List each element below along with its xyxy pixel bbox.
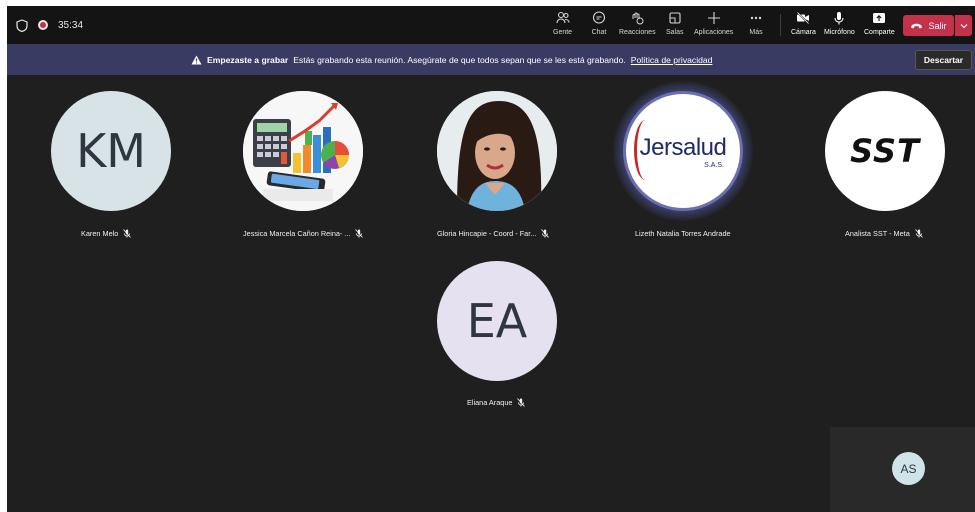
chat-icon bbox=[592, 11, 606, 24]
chat-button[interactable]: Chat bbox=[591, 10, 607, 42]
meeting-info: 35:34 bbox=[16, 6, 83, 44]
reactions-button[interactable]: Reacciones bbox=[619, 10, 656, 42]
reactions-icon bbox=[632, 12, 644, 25]
shield-icon[interactable] bbox=[16, 18, 28, 32]
sst-logo-text: SST bbox=[850, 132, 920, 170]
camera-button[interactable]: Cámara bbox=[791, 10, 816, 42]
jersalud-logo-subtext: S.A.S. bbox=[704, 161, 724, 169]
share-screen-icon bbox=[873, 13, 886, 23]
participant-avatar-ea[interactable]: EA bbox=[437, 261, 557, 381]
mic-label: Micrófono bbox=[824, 29, 855, 36]
mic-off-icon bbox=[355, 229, 364, 238]
mic-off-icon bbox=[517, 398, 526, 407]
participant-name-label: Lizeth Natalia Torres Andrade bbox=[635, 229, 731, 238]
participant-avatar-jessica[interactable] bbox=[243, 91, 363, 211]
camera-off-icon bbox=[796, 11, 811, 25]
leave-label: Salir bbox=[928, 20, 947, 31]
mic-button[interactable]: Micrófono bbox=[824, 10, 855, 42]
breakout-rooms-icon bbox=[669, 12, 681, 24]
leave-options-button[interactable] bbox=[955, 15, 972, 36]
participant-name-label: Jessica Marcela Cañon Reina- ... bbox=[243, 229, 351, 238]
dismiss-banner-button[interactable]: Descartar bbox=[915, 50, 972, 70]
participant-name-jessica: Jessica Marcela Cañon Reina- ... bbox=[243, 229, 364, 238]
toolbar-divider bbox=[780, 14, 781, 36]
rooms-button[interactable]: Salas bbox=[666, 10, 684, 42]
participant-name-label: Karen Melo bbox=[81, 229, 119, 238]
meeting-window: 35:34 Gente Chat Reacciones Salas Aplica… bbox=[7, 6, 975, 512]
mic-off-icon bbox=[123, 229, 132, 238]
more-label: Más bbox=[749, 29, 763, 36]
chevron-down-icon bbox=[960, 23, 967, 28]
apps-button[interactable]: Aplicaciones bbox=[694, 10, 733, 42]
participant-avatar-gloria[interactable] bbox=[437, 91, 557, 211]
self-avatar-initials: AS bbox=[900, 461, 917, 476]
mic-off-icon bbox=[541, 229, 550, 238]
participant-name-sst: Analista SST - Meta bbox=[845, 229, 923, 238]
banner-message: Estás grabando esta reunión. Asegúrate d… bbox=[293, 54, 626, 65]
chat-label: Chat bbox=[591, 29, 607, 36]
jersalud-logo-swoosh bbox=[634, 120, 657, 180]
mic-off-icon bbox=[914, 229, 923, 238]
more-icon bbox=[750, 16, 762, 20]
self-avatar: AS bbox=[892, 452, 925, 485]
meeting-timer: 35:34 bbox=[58, 19, 84, 31]
apps-label: Aplicaciones bbox=[694, 29, 734, 36]
rooms-label: Salas bbox=[666, 29, 684, 36]
participant-name-label: Gloria Hincapie - Coord - Far... bbox=[437, 229, 537, 238]
participant-name-label: Analista SST - Meta bbox=[845, 229, 910, 238]
banner-title: Empezaste a grabar bbox=[207, 54, 289, 65]
finance-chart-image bbox=[243, 91, 363, 211]
avatar-initials: EA bbox=[466, 294, 528, 348]
avatar-initials: KM bbox=[76, 124, 146, 178]
people-icon bbox=[555, 11, 570, 24]
leave-button[interactable]: Salir bbox=[903, 15, 954, 36]
participant-avatar-km[interactable]: KM bbox=[51, 91, 171, 211]
more-button[interactable]: Más bbox=[748, 10, 764, 42]
plus-icon bbox=[707, 12, 720, 24]
participant-name-gloria: Gloria Hincapie - Coord - Far... bbox=[437, 229, 550, 238]
share-label: Comparte bbox=[864, 29, 895, 36]
participant-name-eliana: Eliana Araque bbox=[467, 398, 526, 407]
phone-hangup-icon bbox=[911, 23, 923, 28]
self-view-tile[interactable]: AS bbox=[830, 427, 975, 512]
participant-name-karen: Karen Melo bbox=[81, 229, 132, 238]
banner-content: Empezaste a grabar Estás grabando esta r… bbox=[191, 44, 712, 75]
profile-photo bbox=[437, 91, 557, 211]
people-button[interactable]: Gente bbox=[553, 10, 572, 42]
participant-avatar-lizeth[interactable]: Jersalud S.A.S. bbox=[623, 91, 743, 211]
camera-label: Cámara bbox=[791, 29, 816, 36]
warning-icon bbox=[191, 55, 202, 64]
share-button[interactable]: Comparte bbox=[864, 10, 895, 42]
participant-name-lizeth: Lizeth Natalia Torres Andrade bbox=[635, 229, 731, 238]
meeting-toolbar: 35:34 Gente Chat Reacciones Salas Aplica… bbox=[7, 6, 975, 44]
privacy-policy-link[interactable]: Política de privacidad bbox=[631, 55, 713, 65]
reactions-label: Reacciones bbox=[619, 29, 656, 36]
participant-avatar-sst[interactable]: SST bbox=[825, 91, 945, 211]
recording-banner: Empezaste a grabar Estás grabando esta r… bbox=[7, 44, 975, 75]
people-label: Gente bbox=[553, 29, 573, 36]
recording-indicator-icon bbox=[38, 20, 48, 30]
participant-name-label: Eliana Araque bbox=[467, 398, 513, 407]
microphone-icon bbox=[834, 12, 844, 25]
